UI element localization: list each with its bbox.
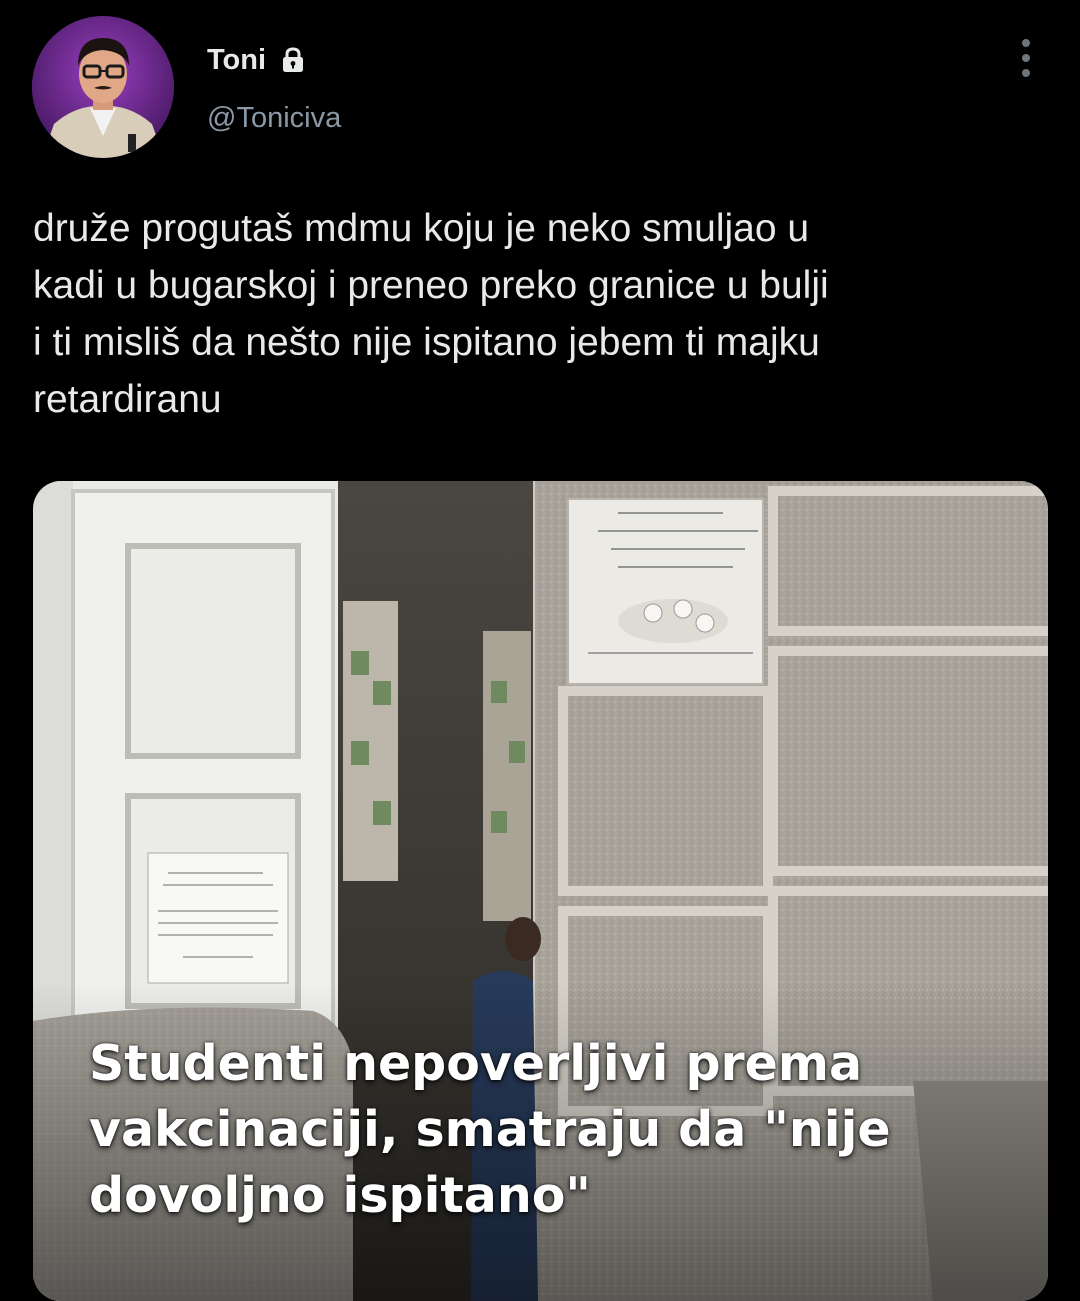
- lock-icon: [278, 45, 308, 75]
- tweet-text: druže progutaš mdmu koju je neko smuljao…: [33, 207, 829, 421]
- user-avatar[interactable]: [32, 16, 174, 158]
- avatar-photo: [32, 16, 174, 158]
- tweet-media[interactable]: Studenti nepoverljivi prema vakcinaciji,…: [33, 481, 1048, 1301]
- more-options-button[interactable]: [1006, 36, 1046, 80]
- media-headline: Studenti nepoverljivi prema vakcinaciji,…: [89, 1035, 891, 1224]
- display-name[interactable]: Toni: [207, 44, 266, 77]
- display-name-row: Toni: [207, 40, 308, 80]
- tweet-header: Toni @Toniciva: [0, 0, 1080, 170]
- more-vertical-icon: [1022, 39, 1030, 77]
- user-handle[interactable]: @Toniciva: [207, 102, 341, 135]
